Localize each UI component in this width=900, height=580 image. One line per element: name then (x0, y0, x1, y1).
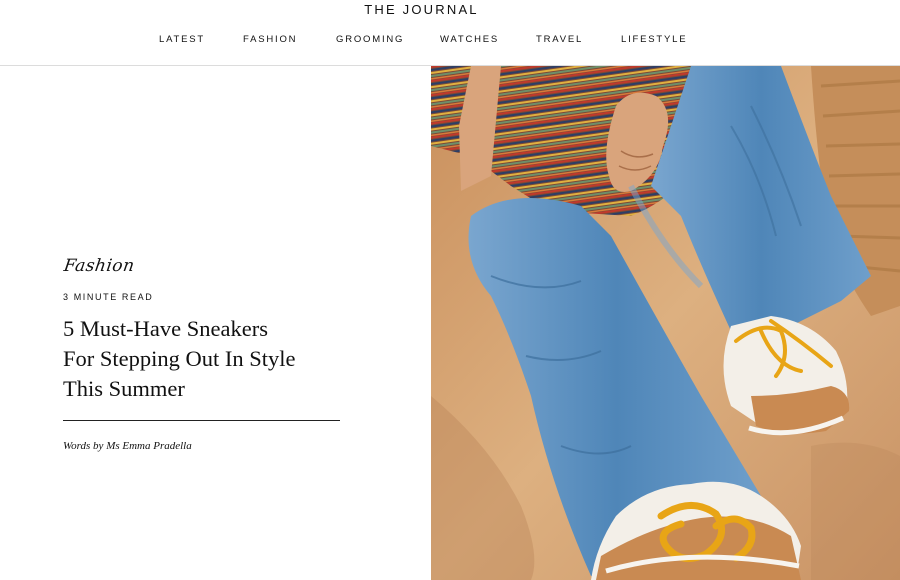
article-intro: Fashion 3 MINUTE READ 5 Must-Have Sneake… (0, 66, 431, 580)
author-byline: Words by Ms Emma Pradella (63, 440, 192, 452)
sneakers-photo (431, 66, 900, 580)
article-hero: Fashion 3 MINUTE READ 5 Must-Have Sneake… (0, 66, 900, 580)
article-title-line-2: For Stepping Out In Style (63, 346, 296, 371)
nav-item-grooming[interactable]: GROOMING (336, 34, 404, 45)
site-logo[interactable]: THE JOURNAL (0, 2, 843, 17)
article-title-line-3: This Summer (63, 376, 185, 401)
nav-item-travel[interactable]: TRAVEL (536, 34, 583, 45)
hero-image (431, 66, 900, 580)
article-title: 5 Must-Have Sneakers For Stepping Out In… (63, 314, 363, 404)
site-header: THE JOURNAL LATEST FASHION GROOMING WATC… (0, 0, 900, 66)
nav-item-lifestyle[interactable]: LIFESTYLE (621, 34, 687, 45)
nav-item-watches[interactable]: WATCHES (440, 34, 499, 45)
nav-item-latest[interactable]: LATEST (159, 34, 205, 45)
article-title-line-1: 5 Must-Have Sneakers (63, 316, 268, 341)
main-nav: LATEST FASHION GROOMING WATCHES TRAVEL L… (0, 34, 900, 48)
divider (63, 420, 340, 421)
nav-item-fashion[interactable]: FASHION (243, 34, 297, 45)
category-label[interactable]: Fashion (63, 256, 136, 276)
read-time: 3 MINUTE READ (63, 292, 154, 302)
